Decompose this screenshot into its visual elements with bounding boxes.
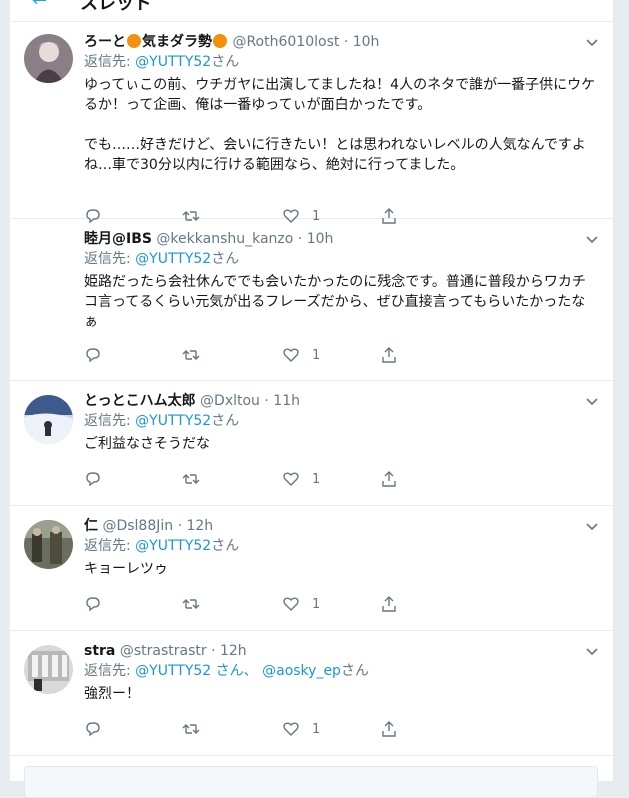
like-button[interactable]: 1 — [282, 594, 320, 614]
separator-dot: · — [297, 231, 303, 247]
avatar[interactable] — [24, 395, 73, 444]
tweet-text: ゆってぃこの前、ウチガヤに出演してましたね！4人のネタで誰が一番子供にウケるか！… — [84, 77, 596, 173]
like-count: 1 — [312, 596, 321, 612]
tweet[interactable]: 睦月@IBS @kekkanshu_kanzo · 10h 返信先: @YUTT… — [10, 219, 613, 381]
share-icon — [382, 721, 396, 737]
avatar[interactable] — [24, 34, 73, 83]
user-handle[interactable]: @strastrastr — [120, 643, 207, 659]
reply-icon — [86, 348, 100, 363]
reply-button[interactable] — [84, 719, 102, 739]
like-count: 1 — [312, 347, 321, 363]
mention-link[interactable]: @YUTTY52 — [135, 251, 211, 267]
mention-link[interactable]: @aosky_ep — [262, 663, 341, 679]
user-handle[interactable]: @kekkanshu_kanzo — [156, 231, 293, 247]
retweet-icon — [182, 724, 200, 734]
display-name[interactable]: 睦月@IBS — [84, 231, 152, 247]
tweet-text: ご利益なさそうだな — [84, 436, 210, 452]
share-icon — [382, 596, 396, 612]
orange-emoji-icon — [127, 34, 141, 48]
display-name[interactable]: stra — [84, 643, 115, 659]
display-name[interactable]: 仁 — [84, 518, 98, 534]
retweet-icon — [182, 350, 200, 360]
replying-to: 返信先: @YUTTY52 さん、 @aosky_epさん — [84, 663, 369, 679]
retweet-button[interactable] — [182, 594, 200, 614]
timestamp[interactable]: 11h — [273, 393, 300, 409]
tweet-text: 姫路だったら会社休んででも会いたかったのに残念です。普通に普段からワカチコ言って… — [84, 274, 586, 330]
tweet-header: 仁 @Dsl88Jin · 12h — [84, 516, 599, 536]
tweet-header: 睦月@IBS @kekkanshu_kanzo · 10h — [84, 229, 599, 249]
retweet-icon — [182, 599, 200, 609]
reply-button[interactable] — [84, 594, 102, 614]
reply-icon — [86, 472, 100, 487]
heart-icon — [283, 597, 299, 611]
mention-link[interactable]: @YUTTY52 さん、 — [135, 663, 257, 679]
share-button[interactable] — [380, 469, 398, 489]
timestamp[interactable]: 12h — [186, 518, 213, 534]
replying-to: 返信先: @YUTTY52さん — [84, 538, 240, 554]
back-arrow-icon[interactable]: ← — [32, 0, 47, 11]
retweet-button[interactable] — [182, 345, 200, 365]
conversation-timeline: ← スレッド ろーと 気まダラ勢 @Roth6010lost · 10h 返信先:… — [9, 0, 614, 781]
user-handle[interactable]: @Dxltou — [200, 393, 260, 409]
chevron-down-icon[interactable] — [585, 520, 599, 534]
tweet-header: stra @strastrastr · 12h — [84, 641, 599, 661]
reply-icon — [86, 722, 100, 737]
retweet-button[interactable] — [182, 469, 200, 489]
separator-dot: · — [211, 643, 216, 659]
retweet-icon — [182, 474, 200, 484]
tweet-header: とっとこハム太郎 @Dxltou · 11h — [84, 391, 599, 411]
like-button[interactable]: 1 — [282, 469, 320, 489]
share-button[interactable] — [380, 345, 398, 365]
orange-emoji-icon — [213, 34, 227, 48]
like-button[interactable]: 1 — [282, 719, 320, 739]
share-button[interactable] — [380, 719, 398, 739]
page-title: スレッド — [80, 0, 152, 14]
like-button[interactable]: 1 — [282, 345, 320, 365]
user-handle[interactable]: @Dsl88Jin — [102, 518, 173, 534]
tweet-header: ろーと 気まダラ勢 @Roth6010lost · 10h — [84, 32, 599, 52]
timestamp[interactable]: 10h — [353, 34, 380, 50]
reply-button[interactable] — [84, 469, 102, 489]
mention-link[interactable]: @YUTTY52 — [135, 538, 211, 554]
reply-icon — [86, 597, 100, 612]
reply-button[interactable] — [84, 345, 102, 365]
share-icon — [382, 347, 396, 363]
heart-icon — [283, 472, 299, 486]
chevron-down-icon[interactable] — [585, 645, 599, 659]
like-count: 1 — [312, 721, 321, 737]
heart-icon — [283, 348, 299, 362]
chevron-down-icon[interactable] — [585, 233, 599, 247]
display-name[interactable]: ろーと 気まダラ勢 — [84, 34, 228, 50]
tweet[interactable]: とっとこハム太郎 @Dxltou · 11h 返信先: @YUTTY52さん ご… — [10, 381, 613, 506]
chevron-down-icon[interactable] — [585, 36, 599, 50]
avatar[interactable] — [24, 231, 73, 280]
thread-header: ← スレッド — [10, 0, 613, 22]
timestamp[interactable]: 10h — [307, 231, 334, 247]
tweet-text: キョーレツゥ — [84, 561, 168, 577]
chevron-down-icon[interactable] — [585, 395, 599, 409]
display-name[interactable]: とっとこハム太郎 — [84, 393, 196, 409]
mention-link[interactable]: @YUTTY52 — [135, 54, 211, 70]
user-handle[interactable]: @Roth6010lost — [232, 34, 339, 50]
tweet[interactable]: stra @strastrastr · 12h 返信先: @YUTTY52 さん… — [10, 631, 613, 756]
tweet-text: 強烈ー！ — [84, 686, 140, 702]
separator-dot: · — [177, 518, 183, 534]
mention-link[interactable]: @YUTTY52 — [135, 413, 211, 429]
replying-to: 返信先: @YUTTY52さん — [84, 54, 240, 70]
tweet[interactable]: 仁 @Dsl88Jin · 12h 返信先: @YUTTY52さん キョーレツゥ… — [10, 506, 613, 631]
replying-to: 返信先: @YUTTY52さん — [84, 413, 240, 429]
reply-compose-box[interactable] — [24, 766, 598, 798]
separator-dot: · — [264, 393, 269, 409]
replying-to: 返信先: @YUTTY52さん — [84, 251, 240, 267]
like-count: 1 — [312, 471, 321, 487]
timestamp[interactable]: 12h — [220, 643, 247, 659]
avatar[interactable] — [24, 645, 73, 694]
tweet[interactable]: ろーと 気まダラ勢 @Roth6010lost · 10h 返信先: @YUTTY… — [10, 22, 613, 224]
share-icon — [382, 471, 396, 487]
retweet-button[interactable] — [182, 719, 200, 739]
share-button[interactable] — [380, 594, 398, 614]
heart-icon — [283, 722, 299, 736]
separator-dot: · — [343, 34, 349, 50]
avatar[interactable] — [24, 520, 73, 569]
